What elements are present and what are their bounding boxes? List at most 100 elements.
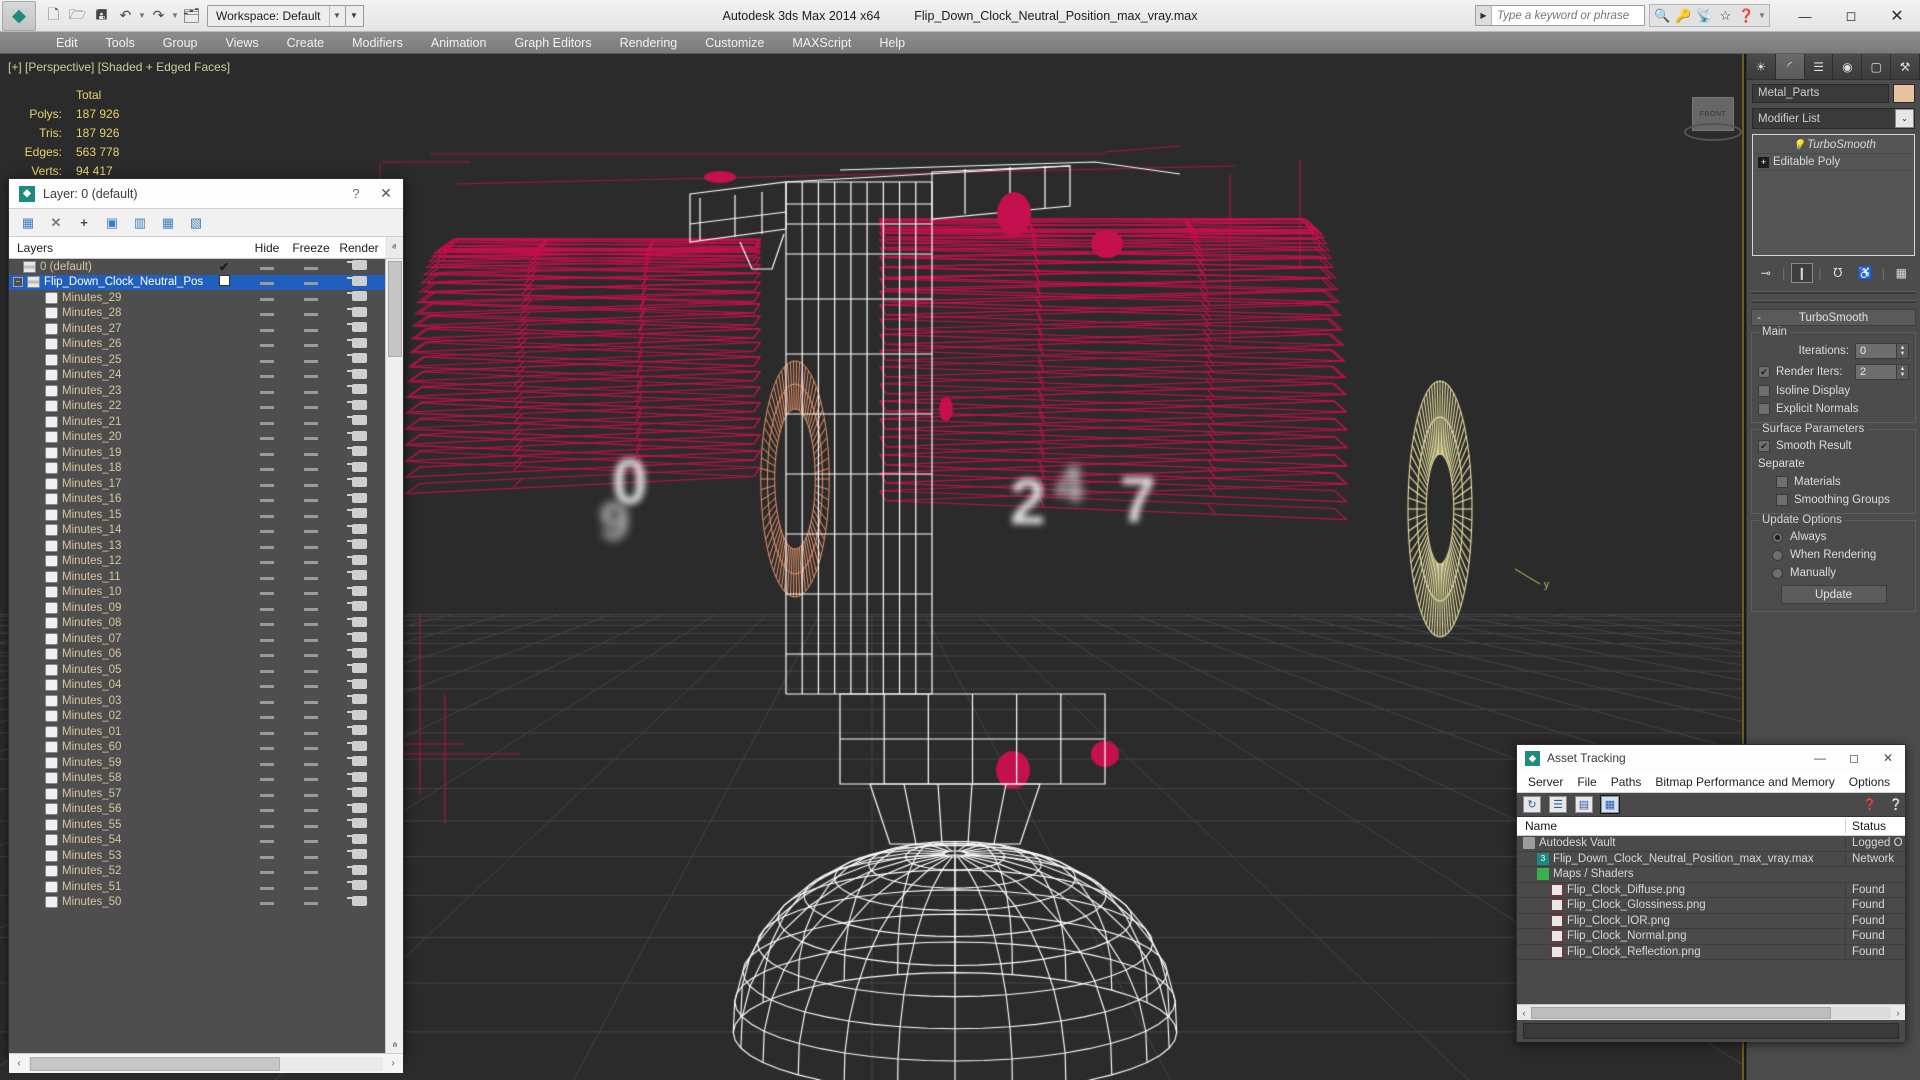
freeze-toggle[interactable] bbox=[289, 757, 333, 769]
layer-dialog-titlebar[interactable]: ◆ Layer: 0 (default) ? ✕ bbox=[9, 179, 403, 209]
hide-toggle[interactable] bbox=[245, 586, 289, 598]
maximize-button[interactable]: ◻ bbox=[1837, 751, 1871, 765]
render-toggle[interactable] bbox=[333, 709, 385, 723]
render-toggle[interactable] bbox=[333, 399, 385, 413]
render-toggle[interactable] bbox=[333, 322, 385, 335]
freeze-toggle[interactable] bbox=[289, 741, 333, 753]
search-input[interactable] bbox=[1492, 6, 1644, 25]
rollout-header[interactable]: - TurboSmooth bbox=[1751, 309, 1916, 326]
asset-menu-item-options[interactable]: Options bbox=[1842, 775, 1897, 789]
view-cube[interactable]: FRONT bbox=[1682, 95, 1744, 155]
vault-help-icon[interactable]: ❔ bbox=[1887, 796, 1905, 813]
object-color-swatch[interactable] bbox=[1893, 84, 1915, 103]
freeze-toggle[interactable] bbox=[289, 633, 333, 645]
layer-properties-icon[interactable]: ▧ bbox=[185, 212, 207, 234]
hide-toggle[interactable] bbox=[245, 865, 289, 877]
freeze-toggle[interactable] bbox=[289, 586, 333, 598]
list-view-icon[interactable]: ☰ bbox=[1549, 796, 1567, 813]
freeze-toggle[interactable] bbox=[289, 788, 333, 800]
layer-active-check[interactable]: ✔ bbox=[203, 260, 245, 274]
layer-row[interactable]: Minutes_54 bbox=[9, 833, 385, 849]
layer-row[interactable]: Minutes_06 bbox=[9, 647, 385, 663]
asset-row[interactable]: Flip_Clock_Normal.png Found bbox=[1517, 929, 1905, 945]
freeze-toggle[interactable] bbox=[289, 385, 333, 397]
render-toggle[interactable] bbox=[333, 818, 385, 831]
hide-toggle[interactable] bbox=[245, 834, 289, 846]
hide-toggle[interactable] bbox=[245, 757, 289, 769]
asset-menu-item-bitmap-performance-and-memory[interactable]: Bitmap Performance and Memory bbox=[1648, 775, 1841, 789]
render-toggle[interactable] bbox=[333, 291, 385, 304]
app-logo-button[interactable]: ◆ bbox=[2, 0, 36, 31]
hide-toggle[interactable] bbox=[245, 819, 289, 831]
undo-dropdown-icon[interactable]: ▼ bbox=[138, 11, 146, 20]
asset-list[interactable]: Autodesk Vault Logged O 3 Flip_Down_Clock_N… bbox=[1517, 836, 1905, 1004]
hide-toggle[interactable] bbox=[245, 276, 289, 288]
freeze-toggle[interactable] bbox=[289, 493, 333, 505]
remove-modifier-icon[interactable]: ♿ bbox=[1854, 263, 1876, 283]
redo-icon[interactable]: ↷ bbox=[147, 4, 170, 27]
add-selection-icon[interactable]: + bbox=[73, 212, 95, 234]
render-toggle[interactable] bbox=[333, 260, 385, 273]
asset-row[interactable]: Flip_Clock_Glossiness.png Found bbox=[1517, 898, 1905, 914]
highlight-selected-icon[interactable]: ▦ bbox=[157, 212, 179, 234]
render-toggle[interactable] bbox=[333, 802, 385, 816]
menu-item-graph-editors[interactable]: Graph Editors bbox=[500, 32, 605, 54]
layer-row[interactable]: Minutes_12 bbox=[9, 554, 385, 570]
layer-row[interactable]: Minutes_09 bbox=[9, 600, 385, 616]
render-toggle[interactable] bbox=[333, 275, 385, 289]
new-layer-icon[interactable]: ▦ bbox=[17, 212, 39, 234]
hide-toggle[interactable] bbox=[245, 803, 289, 815]
menu-item-help[interactable]: Help bbox=[865, 32, 919, 54]
expander-icon[interactable]: − bbox=[13, 277, 23, 288]
smooth-result-row[interactable]: Smooth Result bbox=[1758, 440, 1909, 452]
hide-toggle[interactable] bbox=[245, 571, 289, 583]
render-toggle[interactable] bbox=[333, 771, 385, 785]
modifier-stack-item-editable-poly[interactable]: + Editable Poly bbox=[1755, 154, 1912, 171]
open-file-icon[interactable]: 🗁 bbox=[66, 4, 89, 27]
menu-item-tools[interactable]: Tools bbox=[92, 32, 149, 54]
motion-tab[interactable]: ◉ bbox=[1833, 54, 1863, 79]
freeze-toggle[interactable] bbox=[289, 447, 333, 459]
freeze-toggle[interactable] bbox=[289, 292, 333, 304]
plus-expander-icon[interactable]: + bbox=[1758, 156, 1769, 168]
close-icon[interactable]: ✕ bbox=[369, 185, 403, 202]
layer-row[interactable]: Minutes_26 bbox=[9, 337, 385, 353]
layer-row[interactable]: Minutes_03 bbox=[9, 693, 385, 709]
layer-row[interactable]: Minutes_18 bbox=[9, 461, 385, 477]
hide-toggle[interactable] bbox=[245, 602, 289, 614]
binoculars-icon[interactable]: 🔍 bbox=[1653, 6, 1672, 25]
hide-toggle[interactable] bbox=[245, 881, 289, 893]
hscroll-thumb[interactable] bbox=[30, 1056, 280, 1071]
separate-materials-checkbox[interactable] bbox=[1776, 476, 1788, 488]
freeze-toggle[interactable] bbox=[289, 726, 333, 738]
freeze-toggle[interactable] bbox=[289, 323, 333, 335]
new-file-icon[interactable]: 🗋 bbox=[42, 4, 65, 27]
freeze-toggle[interactable] bbox=[289, 354, 333, 366]
asset-row[interactable]: 3 Flip_Down_Clock_Neutral_Position_max_vr… bbox=[1517, 852, 1905, 867]
asset-tracking-titlebar[interactable]: ◆ Asset Tracking — ◻ ✕ bbox=[1517, 745, 1905, 771]
spinner-arrows-icon[interactable]: ▲ ▼ bbox=[1897, 364, 1909, 380]
layer-row[interactable]: Minutes_53 bbox=[9, 848, 385, 864]
layer-row[interactable]: Minutes_25 bbox=[9, 352, 385, 368]
update-always-row[interactable]: Always bbox=[1758, 531, 1909, 543]
layer-row[interactable]: Minutes_24 bbox=[9, 368, 385, 384]
freeze-toggle[interactable] bbox=[289, 400, 333, 412]
maximize-button[interactable]: ◻ bbox=[1828, 0, 1874, 32]
render-toggle[interactable] bbox=[333, 864, 385, 878]
chevron-down-icon[interactable]: ▼ bbox=[328, 5, 345, 26]
object-name-field[interactable]: Metal_Parts bbox=[1752, 84, 1889, 103]
layer-list-hscrollbar[interactable]: ‹ › bbox=[9, 1053, 403, 1073]
search-dropdown-icon[interactable]: ▶ bbox=[1476, 6, 1492, 25]
set-project-folder-icon[interactable]: 🗂 bbox=[180, 4, 203, 27]
render-toggle[interactable] bbox=[333, 663, 385, 676]
freeze-toggle[interactable] bbox=[289, 695, 333, 707]
hide-toggle[interactable] bbox=[245, 354, 289, 366]
scroll-up-icon[interactable]: ⱏ bbox=[385, 237, 403, 258]
freeze-toggle[interactable] bbox=[289, 261, 333, 273]
layer-row[interactable]: Minutes_55 bbox=[9, 817, 385, 833]
hide-toggle[interactable] bbox=[245, 478, 289, 490]
isoline-display-row[interactable]: Isoline Display bbox=[1758, 385, 1909, 397]
explicit-normals-checkbox[interactable] bbox=[1758, 403, 1770, 415]
layer-row[interactable]: Minutes_29 bbox=[9, 290, 385, 306]
refresh-icon[interactable]: ↻ bbox=[1523, 796, 1541, 813]
